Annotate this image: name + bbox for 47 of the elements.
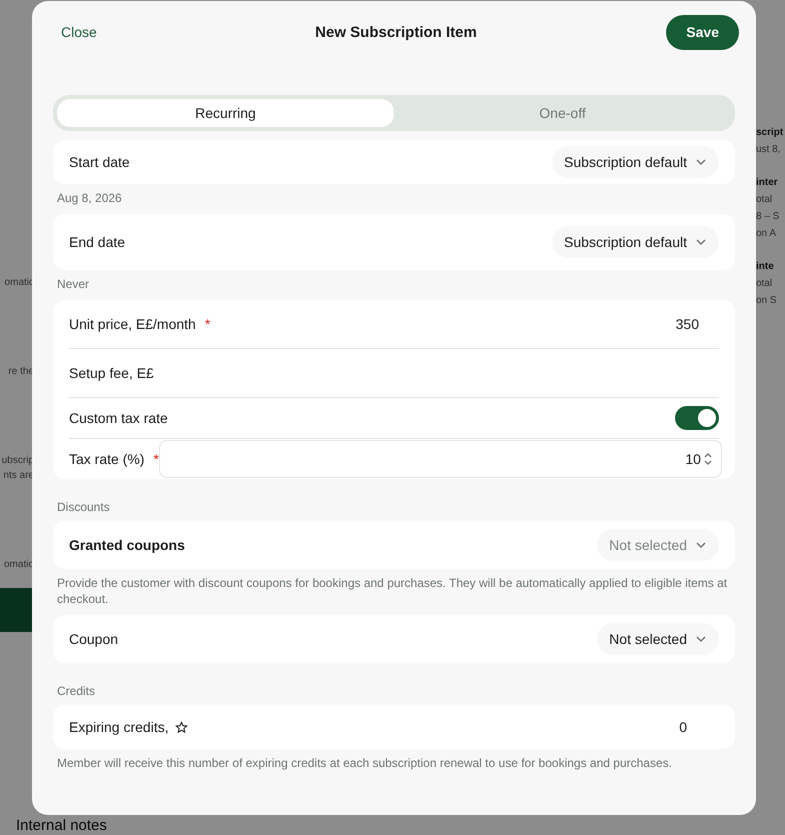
background-text: 8 – S: [756, 211, 780, 222]
field-label: Unit price, E£/month: [69, 316, 196, 332]
segment-tab[interactable]: One-off: [394, 99, 731, 127]
number-input-field[interactable]: 10: [158, 440, 722, 478]
field-label: Tax rate (%): [69, 451, 144, 467]
background-heading: inter: [756, 177, 779, 188]
chevron-down-icon: [695, 541, 707, 549]
chevron-down-icon: [695, 158, 707, 166]
chevron-down-icon: [695, 238, 707, 246]
background-heading: inte: [756, 261, 775, 272]
input-value: 10: [685, 451, 701, 467]
field-label: End date: [69, 234, 126, 250]
section-heading: Internal notes: [16, 818, 107, 834]
required-asterisk: *: [204, 316, 210, 332]
required-asterisk: *: [153, 451, 159, 467]
select-dropdown[interactable]: Subscription default: [552, 226, 719, 258]
background-text: omatic: [4, 277, 34, 288]
save-button[interactable]: Save: [666, 14, 739, 50]
helper-text: Member will receive this number of expiring credits at each subscription renewal to use for bookings and purchases.: [56, 755, 673, 772]
section-label: Discounts: [56, 499, 111, 516]
field-label: Expiring credits,: [69, 719, 169, 735]
field-label: Start date: [69, 154, 130, 170]
field-label: Coupon: [69, 631, 118, 647]
background-text: otal: [756, 278, 774, 289]
input-field[interactable]: 0: [487, 719, 719, 735]
toggle-switch[interactable]: [675, 406, 719, 430]
background-text: otal: [756, 194, 774, 205]
select-dropdown[interactable]: Not selected: [597, 623, 719, 655]
close-button[interactable]: Close: [53, 24, 105, 40]
background-text: ust 8,: [756, 144, 782, 155]
star-icon: [174, 720, 188, 734]
dialog-title: New Subscription Item: [315, 24, 477, 40]
segment-tab[interactable]: Recurring: [57, 99, 394, 127]
field-label: Setup fee, E£: [69, 365, 154, 381]
helper-text: Provide the customer with discount coupons for bookings and purchases. They will be automatically applied to eligible items at checkout.: [56, 575, 728, 608]
field-label: Custom tax rate: [69, 410, 168, 426]
background-text: on A: [756, 228, 778, 239]
spinner-arrows-icon[interactable]: [702, 452, 713, 466]
select-dropdown[interactable]: Subscription default: [552, 146, 719, 178]
input-field[interactable]: 350: [499, 316, 719, 332]
helper-text: Aug 8, 2026: [56, 190, 123, 207]
field-label: Granted coupons: [69, 537, 185, 553]
chevron-down-icon: [695, 635, 707, 643]
helper-text: Never: [56, 276, 90, 293]
background-heading: script: [756, 127, 784, 138]
background-text: on S: [756, 295, 778, 306]
section-label: Credits: [56, 683, 96, 700]
